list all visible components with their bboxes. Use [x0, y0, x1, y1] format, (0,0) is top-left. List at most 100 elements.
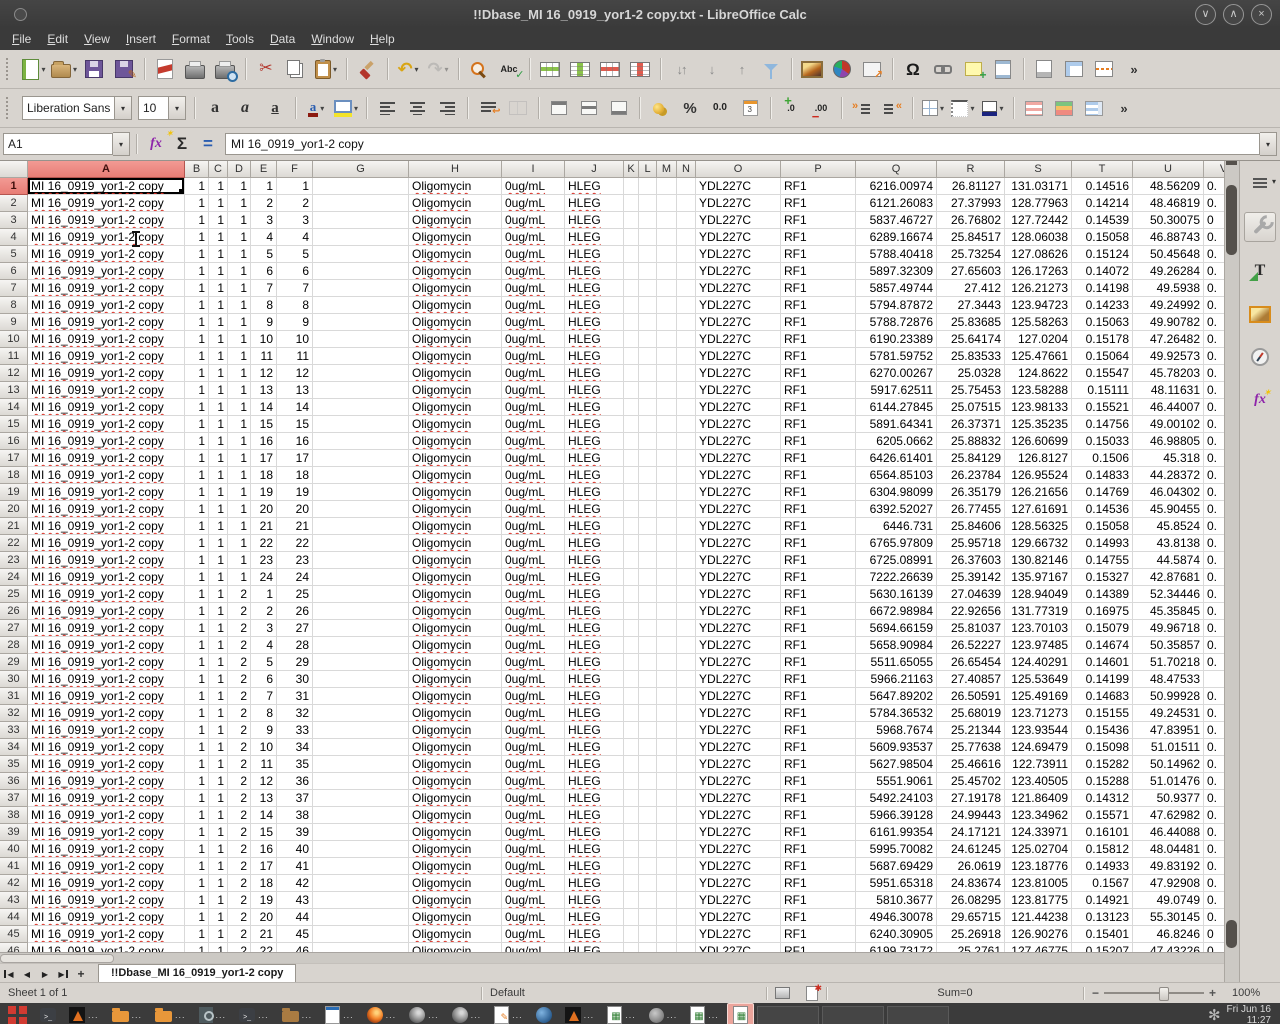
cell-D26[interactable]: 2: [228, 603, 251, 620]
cell-S17[interactable]: 126.8127: [1005, 450, 1072, 467]
cell-E8[interactable]: 8: [251, 297, 277, 314]
cell-Q16[interactable]: 6205.0662: [856, 433, 937, 450]
cell-M15[interactable]: [657, 416, 677, 433]
cell-T17[interactable]: 0.1506: [1072, 450, 1133, 467]
cell-E34[interactable]: 10: [251, 739, 277, 756]
cell-G22[interactable]: [313, 535, 409, 552]
cell-I25[interactable]: 0ug/mL: [502, 586, 565, 603]
cell-R16[interactable]: 25.88832: [937, 433, 1005, 450]
cell-S40[interactable]: 125.02704: [1005, 841, 1072, 858]
cell-M22[interactable]: [657, 535, 677, 552]
cell-O43[interactable]: YDL227C: [696, 892, 781, 909]
cell-A4[interactable]: MI 16_0919_yor1-2 copy: [28, 229, 185, 246]
cell-P33[interactable]: RF1: [781, 722, 856, 739]
cell-N39[interactable]: [677, 824, 696, 841]
cell-D12[interactable]: 1: [228, 365, 251, 382]
cell-U39[interactable]: 46.44088: [1133, 824, 1204, 841]
cell-L18[interactable]: [639, 467, 657, 484]
cell-P1[interactable]: RF1: [781, 178, 856, 195]
cell-L11[interactable]: [639, 348, 657, 365]
cell-F30[interactable]: 30: [277, 671, 313, 688]
cell-L12[interactable]: [639, 365, 657, 382]
cell-V41[interactable]: 0.: [1204, 858, 1224, 875]
cell-V15[interactable]: 0.: [1204, 416, 1224, 433]
cell-C14[interactable]: 1: [209, 399, 228, 416]
cell-N16[interactable]: [677, 433, 696, 450]
cell-F5[interactable]: 5: [277, 246, 313, 263]
cell-T36[interactable]: 0.15288: [1072, 773, 1133, 790]
cell-E46[interactable]: 22: [251, 943, 277, 952]
cell-P16[interactable]: RF1: [781, 433, 856, 450]
cell-E5[interactable]: 5: [251, 246, 277, 263]
cell-N37[interactable]: [677, 790, 696, 807]
cell-H45[interactable]: Oligomycin: [409, 926, 502, 943]
cell-P24[interactable]: RF1: [781, 569, 856, 586]
cell-F9[interactable]: 9: [277, 314, 313, 331]
cell-M18[interactable]: [657, 467, 677, 484]
cell-S19[interactable]: 126.21656: [1005, 484, 1072, 501]
cell-I38[interactable]: 0ug/mL: [502, 807, 565, 824]
cell-C21[interactable]: 1: [209, 518, 228, 535]
cell-A22[interactable]: MI 16_0919_yor1-2 copy: [28, 535, 185, 552]
cell-T38[interactable]: 0.15571: [1072, 807, 1133, 824]
cell-J44[interactable]: HLEG: [565, 909, 624, 926]
print-area-icon[interactable]: [1029, 54, 1059, 84]
export-pdf-icon[interactable]: [150, 54, 180, 84]
cell-D34[interactable]: 2: [228, 739, 251, 756]
cell-E1[interactable]: 1: [251, 178, 277, 195]
cell-C36[interactable]: 1: [209, 773, 228, 790]
row-header-16[interactable]: 16: [0, 433, 28, 450]
cell-S9[interactable]: 125.58263: [1005, 314, 1072, 331]
cell-U15[interactable]: 49.00102: [1133, 416, 1204, 433]
toolbar-overflow-icon[interactable]: »: [1119, 54, 1149, 84]
cell-S15[interactable]: 125.35235: [1005, 416, 1072, 433]
cell-J3[interactable]: HLEG: [565, 212, 624, 229]
cell-C26[interactable]: 1: [209, 603, 228, 620]
cell-L2[interactable]: [639, 195, 657, 212]
increase-indent-icon[interactable]: [847, 93, 877, 123]
column-header-V[interactable]: V: [1204, 161, 1224, 178]
row-header-40[interactable]: 40: [0, 841, 28, 858]
cell-J13[interactable]: HLEG: [565, 382, 624, 399]
cell-N35[interactable]: [677, 756, 696, 773]
cell-V38[interactable]: 0.: [1204, 807, 1224, 824]
cell-M6[interactable]: [657, 263, 677, 280]
cell-A13[interactable]: MI 16_0919_yor1-2 copy: [28, 382, 185, 399]
cell-V2[interactable]: 0.: [1204, 195, 1224, 212]
cell-E12[interactable]: 12: [251, 365, 277, 382]
cell-C25[interactable]: 1: [209, 586, 228, 603]
next-sheet-button[interactable]: ▶: [36, 966, 54, 982]
cell-H14[interactable]: Oligomycin: [409, 399, 502, 416]
cell-R11[interactable]: 25.83533: [937, 348, 1005, 365]
insert-object-icon[interactable]: [857, 54, 887, 84]
cell-F15[interactable]: 15: [277, 416, 313, 433]
cell-J40[interactable]: HLEG: [565, 841, 624, 858]
cell-A31[interactable]: MI 16_0919_yor1-2 copy: [28, 688, 185, 705]
cell-N43[interactable]: [677, 892, 696, 909]
cell-I39[interactable]: 0ug/mL: [502, 824, 565, 841]
cell-R25[interactable]: 27.04639: [937, 586, 1005, 603]
cell-G27[interactable]: [313, 620, 409, 637]
cell-O9[interactable]: YDL227C: [696, 314, 781, 331]
cell-J7[interactable]: HLEG: [565, 280, 624, 297]
row-header-30[interactable]: 30: [0, 671, 28, 688]
cell-R26[interactable]: 22.92656: [937, 603, 1005, 620]
cell-G25[interactable]: [313, 586, 409, 603]
cell-J23[interactable]: HLEG: [565, 552, 624, 569]
cell-P14[interactable]: RF1: [781, 399, 856, 416]
cell-O45[interactable]: YDL227C: [696, 926, 781, 943]
cell-J1[interactable]: HLEG: [565, 178, 624, 195]
row-header-43[interactable]: 43: [0, 892, 28, 909]
column-header-D[interactable]: D: [228, 161, 251, 178]
horizontal-scrollbar-thumb[interactable]: [0, 954, 114, 963]
cell-R10[interactable]: 25.64174: [937, 331, 1005, 348]
cell-N32[interactable]: [677, 705, 696, 722]
cell-U35[interactable]: 50.14962: [1133, 756, 1204, 773]
cell-U23[interactable]: 44.5874: [1133, 552, 1204, 569]
cell-D35[interactable]: 2: [228, 756, 251, 773]
cell-I26[interactable]: 0ug/mL: [502, 603, 565, 620]
cell-D28[interactable]: 2: [228, 637, 251, 654]
cell-C20[interactable]: 1: [209, 501, 228, 518]
cell-B9[interactable]: 1: [185, 314, 209, 331]
selection-mode-icon[interactable]: [775, 987, 790, 999]
